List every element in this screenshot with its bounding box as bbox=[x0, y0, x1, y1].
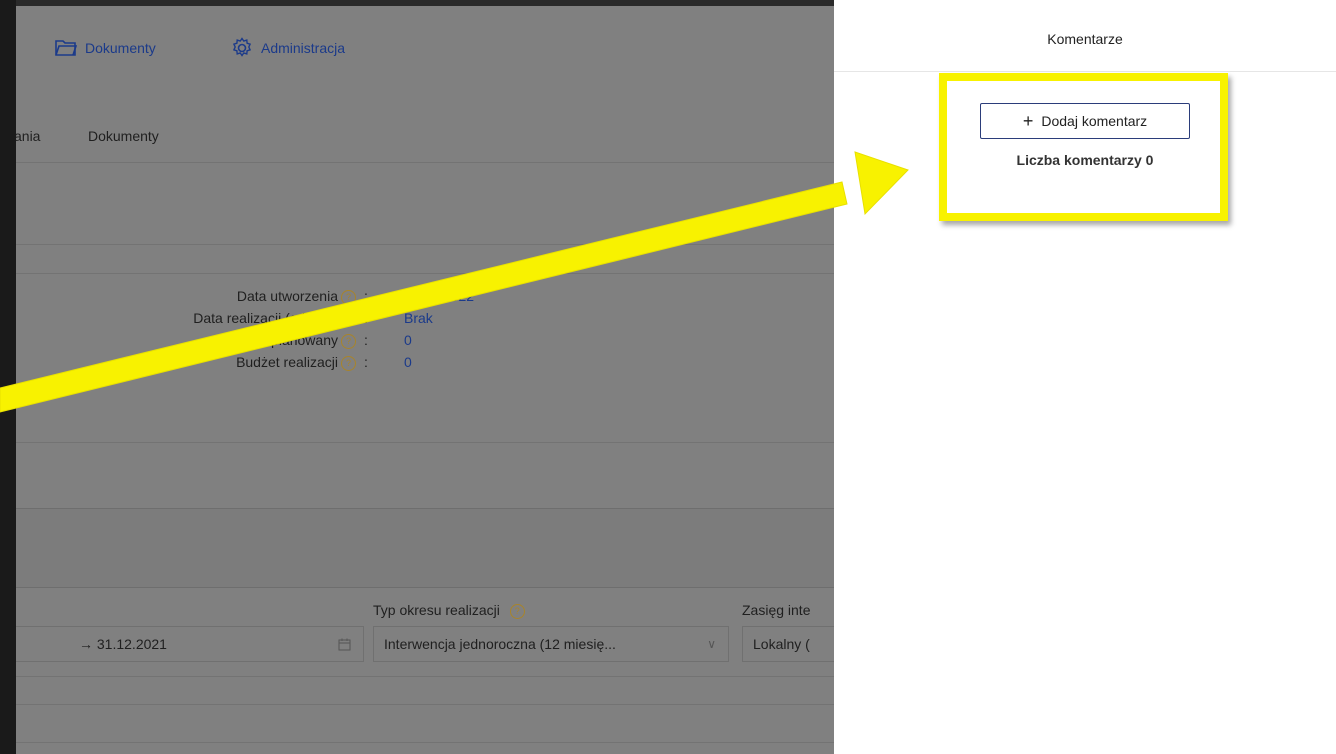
period-type-label: Typ okresu realizacji ? bbox=[373, 602, 525, 619]
scope-value: Lokalny ( bbox=[753, 636, 810, 652]
comments-panel: Komentarze + Dodaj komentarz Liczba kome… bbox=[834, 0, 1336, 754]
chevron-down-icon: ∨ bbox=[707, 637, 716, 651]
add-comment-label: Dodaj komentarz bbox=[1041, 113, 1148, 129]
colon: : bbox=[364, 354, 368, 370]
realization-value: Brak bbox=[404, 310, 433, 326]
budget-planned-value: 0 bbox=[404, 332, 412, 348]
plus-icon: + bbox=[1022, 111, 1034, 131]
window-edge bbox=[0, 0, 16, 754]
folder-icon bbox=[55, 40, 77, 56]
section-band bbox=[16, 508, 834, 588]
help-icon[interactable]: ? bbox=[341, 333, 356, 349]
created-label: Data utworzenia? bbox=[237, 288, 356, 305]
divider bbox=[16, 162, 834, 163]
budget-planned-label: Budżet planowany? bbox=[224, 332, 356, 349]
period-type-value: Interwencja jednoroczna (12 miesię... bbox=[384, 636, 616, 652]
gear-icon bbox=[232, 37, 252, 57]
app-background: Dokumenty Administracja ania Dokumenty D… bbox=[16, 0, 834, 754]
comment-count: Liczba komentarzy 0 bbox=[1016, 152, 1154, 168]
help-icon[interactable]: ? bbox=[341, 355, 356, 371]
divider bbox=[16, 273, 834, 274]
help-icon[interactable]: ? bbox=[341, 289, 356, 305]
budget-real-label: Budżet realizacji? bbox=[236, 354, 356, 371]
tab-partial[interactable]: ania bbox=[16, 128, 40, 144]
nav-administration[interactable]: Administracja bbox=[231, 37, 345, 59]
colon: : bbox=[364, 332, 368, 348]
scope-select[interactable]: Lokalny ( bbox=[742, 626, 834, 662]
nav-documents-label: Dokumenty bbox=[85, 40, 156, 56]
budget-real-value: 0 bbox=[404, 354, 412, 370]
created-value: 20.05.2022 bbox=[404, 288, 475, 304]
details-values: 20.05.2022 Brak 0 0 bbox=[404, 288, 604, 408]
divider bbox=[16, 742, 834, 743]
add-comment-button[interactable]: + Dodaj komentarz bbox=[980, 103, 1190, 139]
panel-divider bbox=[834, 71, 1336, 72]
calendar-icon bbox=[338, 638, 351, 650]
colon: : bbox=[364, 288, 368, 304]
details-labels: Data utworzenia? Data realizacji (od - d… bbox=[16, 288, 356, 408]
highlight-box bbox=[939, 73, 1228, 221]
top-bar bbox=[16, 0, 834, 6]
divider bbox=[16, 704, 834, 705]
help-icon[interactable]: ? bbox=[509, 603, 525, 619]
divider bbox=[16, 676, 834, 677]
divider bbox=[16, 442, 834, 443]
date-range-end: → 31.12.2021 bbox=[79, 636, 167, 652]
divider bbox=[16, 244, 834, 245]
date-range-field[interactable]: → 31.12.2021 bbox=[16, 626, 364, 662]
period-type-select[interactable]: Interwencja jednoroczna (12 miesię... ∨ bbox=[373, 626, 729, 662]
nav-documents[interactable]: Dokumenty bbox=[55, 39, 156, 57]
colon: : bbox=[364, 310, 368, 326]
help-icon[interactable]: ? bbox=[341, 311, 356, 327]
comments-title: Komentarze bbox=[1047, 31, 1123, 47]
details-colons: : : : : bbox=[364, 288, 384, 408]
scope-label: Zasięg inte bbox=[742, 602, 811, 618]
realization-label: Data realizacji (od - do)? bbox=[193, 310, 356, 327]
tab-documents[interactable]: Dokumenty bbox=[88, 128, 159, 144]
nav-administration-label: Administracja bbox=[261, 40, 346, 56]
